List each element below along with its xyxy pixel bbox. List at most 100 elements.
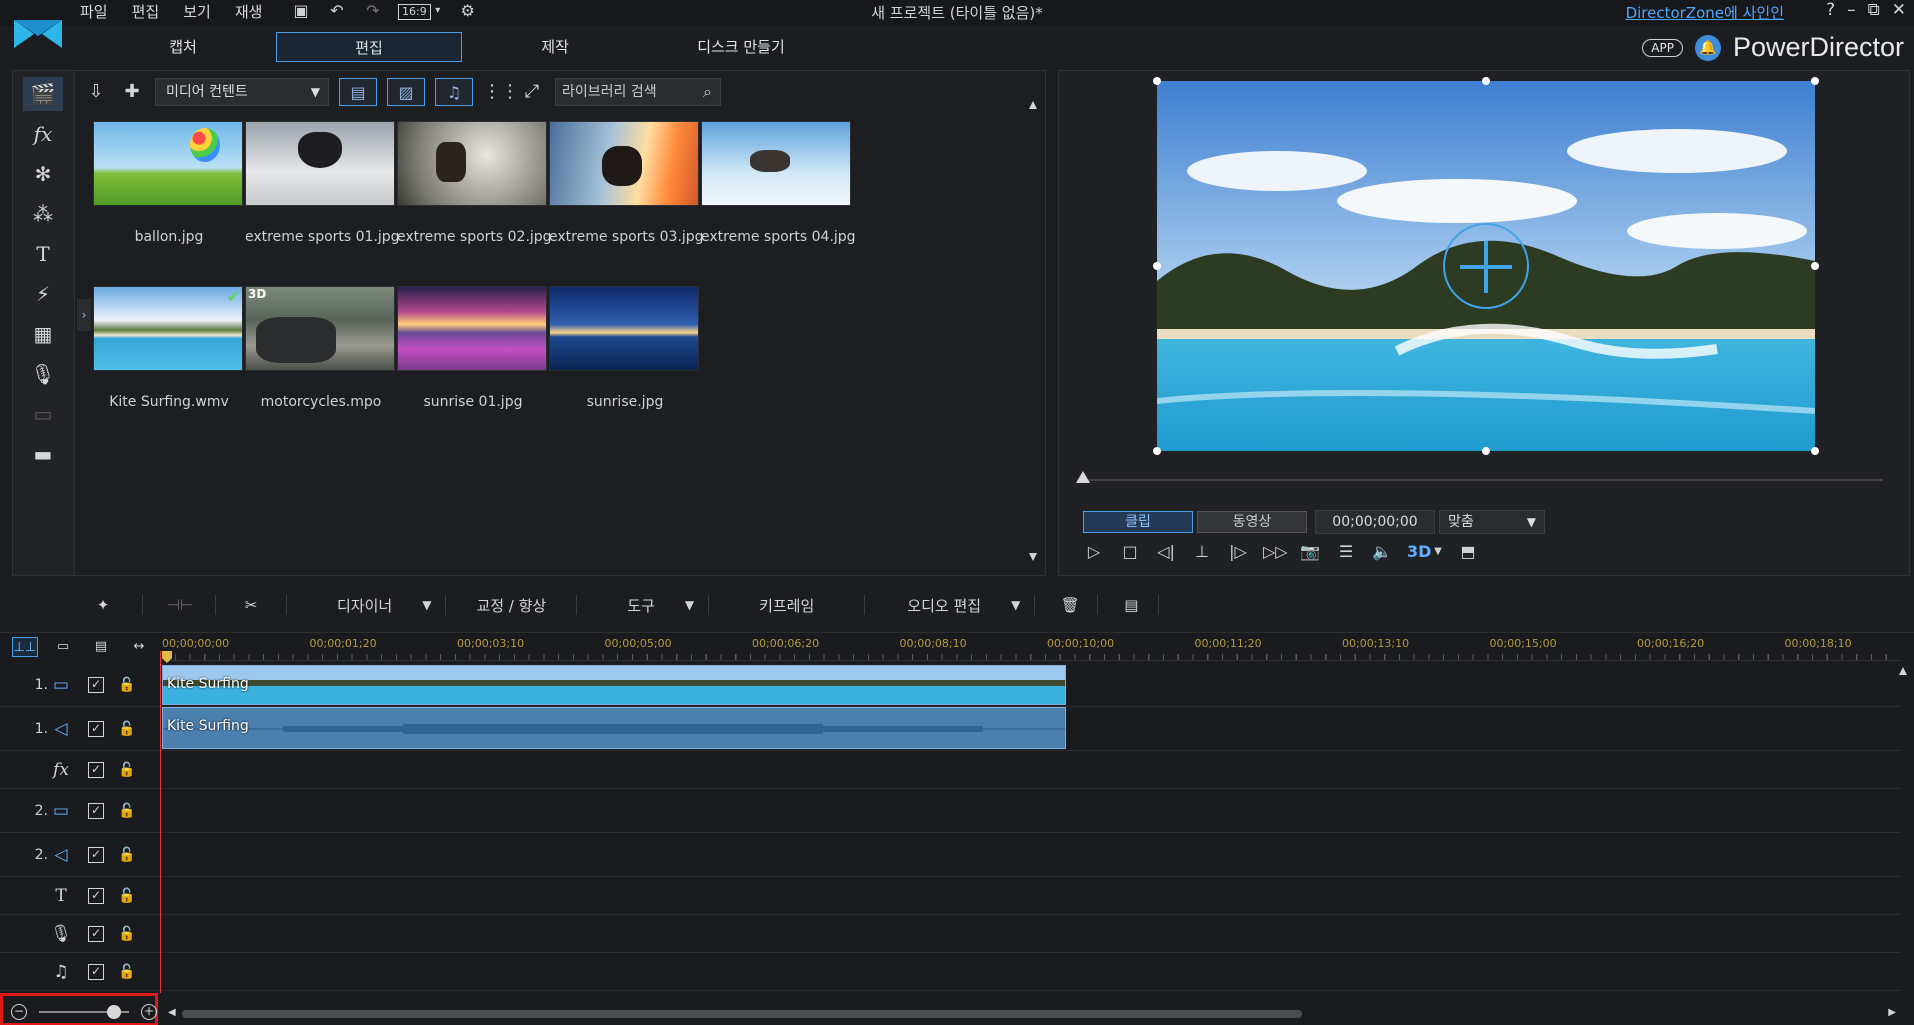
fx-room-icon[interactable]: fx — [23, 117, 63, 151]
track-enable-checkbox[interactable]: ✓ — [88, 887, 104, 904]
3d-mode-button[interactable]: 3D — [1407, 541, 1431, 563]
scroll-right-icon[interactable]: ▶ — [1888, 1007, 1896, 1018]
restore-icon[interactable]: ⧉ — [1868, 0, 1880, 20]
gear-icon[interactable]: ⚙ — [457, 1, 479, 21]
scroll-thumb[interactable] — [182, 1010, 1302, 1018]
split-icon[interactable]: ⊥ — [1191, 541, 1213, 563]
media-item[interactable]: extreme sports 01.jpg — [245, 121, 400, 251]
undo-icon[interactable]: ↶ — [326, 1, 348, 21]
resize-handle[interactable] — [1811, 77, 1819, 85]
app-button[interactable]: APP — [1642, 38, 1683, 57]
fast-forward-icon[interactable]: ▷▷ — [1263, 541, 1288, 563]
media-item[interactable]: sunrise.jpg — [549, 286, 701, 416]
resize-handle[interactable] — [1482, 77, 1490, 85]
audio-filter-icon[interactable]: ♫ — [435, 78, 473, 106]
tab-edit[interactable]: 편집 — [276, 32, 462, 62]
aspect-ratio-button[interactable]: 16:9 — [398, 4, 431, 20]
resize-handle[interactable] — [1153, 262, 1161, 270]
snapshot-icon[interactable]: 📷 — [1299, 541, 1321, 563]
zoom-in-icon[interactable]: + — [141, 1004, 157, 1020]
transition-room-icon[interactable]: ⚡ — [23, 277, 63, 311]
track-enable-checkbox[interactable]: ✓ — [88, 761, 104, 778]
image-filter-icon[interactable]: ▨ — [387, 78, 425, 106]
resize-handle[interactable] — [1153, 447, 1161, 455]
search-icon[interactable]: ⌕ — [703, 79, 712, 105]
stop-icon[interactable]: □ — [1119, 541, 1141, 563]
unlock-icon[interactable]: 🔓 — [118, 888, 135, 904]
timecode-display[interactable]: 00;00;00;00 — [1315, 510, 1435, 534]
track-manager-icon[interactable]: ▤ — [88, 637, 114, 657]
volume-icon[interactable]: 🔈 — [1371, 541, 1393, 563]
track-enable-checkbox[interactable]: ✓ — [88, 925, 104, 942]
plugin-icon[interactable]: ✚ — [119, 79, 145, 105]
track-enable-checkbox[interactable]: ✓ — [88, 720, 104, 737]
timeline-view-icon[interactable]: ⊥⊥ — [12, 637, 38, 657]
undock-preview-icon[interactable]: ⬒ — [1457, 541, 1479, 563]
grid-view-icon[interactable]: ⋮⋮ — [483, 79, 519, 105]
preview-canvas[interactable] — [1157, 81, 1815, 451]
track-enable-checkbox[interactable]: ✓ — [88, 676, 104, 693]
next-frame-icon[interactable]: |▷ — [1227, 541, 1249, 563]
scroll-left-icon[interactable]: ◀ — [168, 1007, 176, 1018]
zoom-out-icon[interactable]: − — [11, 1004, 27, 1020]
play-icon[interactable]: ▷ — [1083, 541, 1105, 563]
media-item[interactable]: extreme sports 03.jpg — [549, 121, 704, 251]
media-item[interactable]: extreme sports 04.jpg — [701, 121, 856, 251]
playhead[interactable] — [160, 651, 161, 993]
media-item[interactable]: ✔ Kite Surfing.wmv — [93, 286, 245, 416]
resize-handle[interactable] — [1482, 447, 1490, 455]
tab-produce[interactable]: 제작 — [462, 32, 648, 62]
chevron-down-icon[interactable]: ▼ — [1433, 541, 1443, 563]
audio-edit-menu[interactable]: 오디오 편집 ▼ — [907, 588, 1020, 622]
fit-timeline-icon[interactable]: ↔ — [126, 637, 152, 657]
unlock-icon[interactable]: 🔓 — [118, 926, 135, 942]
tab-create-disc[interactable]: 디스크 만들기 — [648, 32, 834, 62]
storyboard-view-icon[interactable]: ▭ — [50, 637, 76, 657]
media-room-icon[interactable]: 🎬 — [23, 77, 63, 111]
preview-seekbar[interactable] — [1076, 471, 1883, 483]
split-scissors-icon[interactable]: ✂ — [238, 588, 264, 622]
unlock-icon[interactable]: 🔓 — [118, 721, 135, 737]
menu-edit[interactable]: 편집 — [132, 1, 160, 22]
title-room-icon[interactable]: T — [23, 237, 63, 271]
library-search-input[interactable]: 라이브러리 검색 ⌕ — [555, 78, 721, 106]
timeline-horizontal-scrollbar[interactable]: ◀ ▶ — [168, 1007, 1896, 1019]
redo-icon[interactable]: ↷ — [362, 1, 384, 21]
unlock-icon[interactable]: 🔓 — [118, 847, 135, 863]
media-item[interactable]: ballon.jpg — [93, 121, 245, 251]
designer-menu[interactable]: 디자이너 ▼ — [337, 588, 431, 622]
library-scrollbar[interactable] — [1029, 101, 1037, 561]
particle-room-icon[interactable]: ⁂ — [23, 197, 63, 231]
video-filter-icon[interactable]: ▤ — [339, 78, 377, 106]
resize-handle[interactable] — [1153, 77, 1161, 85]
audio-clip[interactable]: Kite Surfing — [162, 707, 1066, 749]
unlock-icon[interactable]: 🔓 — [118, 762, 135, 778]
tab-capture[interactable]: 캡처 — [90, 32, 276, 62]
menu-file[interactable]: 파일 — [80, 1, 108, 22]
tools-menu[interactable]: 도구 ▼ — [627, 588, 694, 622]
unlock-icon[interactable]: 🔓 — [118, 964, 135, 980]
track-enable-checkbox[interactable]: ✓ — [88, 802, 104, 819]
more-features-icon[interactable]: ▤ — [1118, 588, 1144, 622]
timeline-vertical-scrollbar[interactable] — [1898, 667, 1908, 987]
expand-panel-button[interactable]: › — [77, 299, 91, 331]
import-icon[interactable]: ⇩ — [83, 79, 109, 105]
keyframe-button[interactable]: 키프레임 — [759, 588, 814, 622]
video-clip[interactable]: Kite Surfing — [162, 665, 1066, 705]
menu-view[interactable]: 보기 — [183, 1, 211, 22]
resize-handle[interactable] — [1811, 262, 1819, 270]
media-item[interactable]: extreme sports 02.jpg — [397, 121, 552, 251]
clip-mode-button[interactable]: 클립 — [1083, 511, 1193, 533]
seek-knob[interactable] — [1076, 471, 1090, 483]
media-item[interactable]: sunrise 01.jpg — [397, 286, 549, 416]
bell-icon[interactable]: 🔔 — [1694, 34, 1721, 61]
previous-frame-icon[interactable]: ◁| — [1155, 541, 1177, 563]
subtitle-icon[interactable]: ☰ — [1335, 541, 1357, 563]
minimize-icon[interactable]: – — [1847, 0, 1856, 20]
resize-handle[interactable] — [1811, 447, 1819, 455]
movie-mode-button[interactable]: 동영상 — [1197, 511, 1307, 533]
playhead-handle[interactable] — [162, 651, 172, 663]
pip-room-icon[interactable]: ✻ — [23, 157, 63, 191]
directorzone-signin-link[interactable]: DirectorZone에 사인인 — [1626, 2, 1784, 23]
resize-icon[interactable]: ⤢ — [519, 79, 545, 105]
